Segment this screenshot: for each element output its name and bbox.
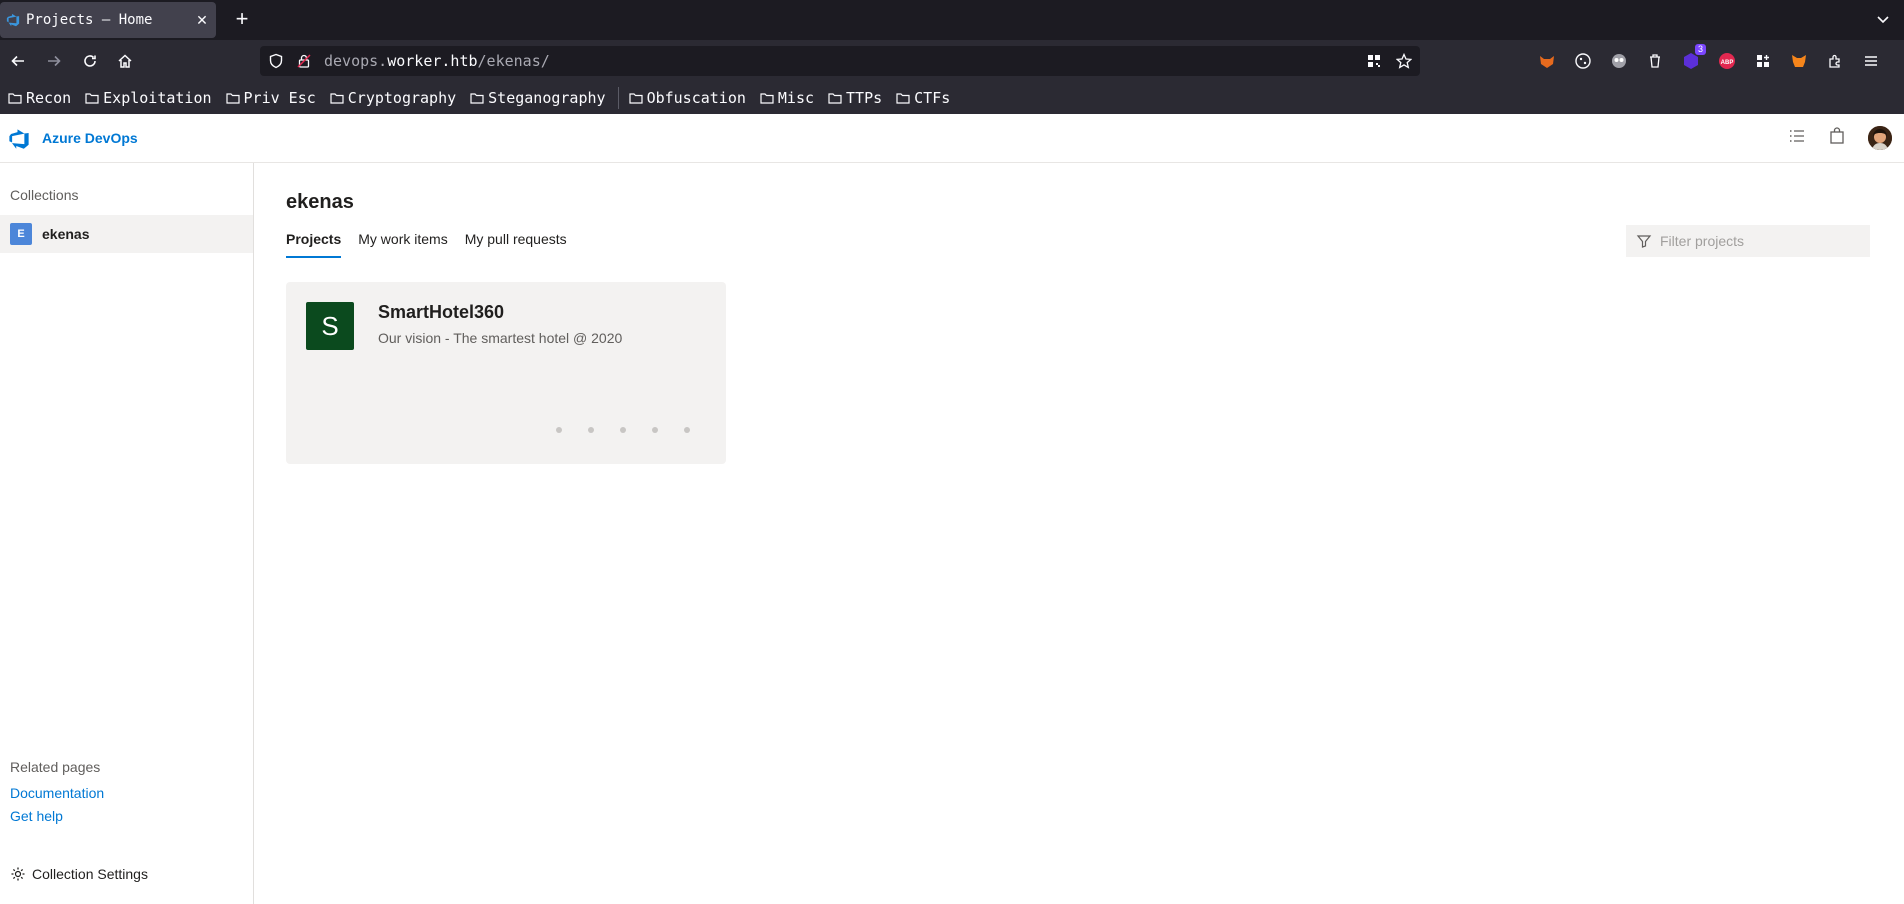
bookmark-separator bbox=[617, 87, 619, 109]
browser-tab-strip: Projects – Home ✕ + bbox=[0, 0, 1904, 40]
bookmark-folder-priv-esc[interactable]: Priv Esc bbox=[225, 89, 316, 107]
work-items-list-icon[interactable] bbox=[1788, 127, 1806, 150]
folder-icon bbox=[330, 93, 344, 104]
filter-projects-box[interactable] bbox=[1626, 225, 1870, 257]
folder-icon bbox=[760, 93, 774, 104]
insecure-lock-icon[interactable] bbox=[296, 53, 312, 69]
shield-icon[interactable] bbox=[268, 53, 284, 69]
svg-text:ABP: ABP bbox=[1721, 60, 1734, 66]
folder-icon bbox=[896, 93, 910, 104]
trash-icon[interactable] bbox=[1644, 50, 1666, 72]
extension-badge-count: 3 bbox=[1694, 44, 1706, 55]
forward-button[interactable] bbox=[44, 51, 64, 71]
user-avatar[interactable] bbox=[1868, 126, 1892, 150]
foxyproxy-icon[interactable] bbox=[1536, 50, 1558, 72]
loading-dot bbox=[652, 427, 658, 433]
collection-name: ekenas bbox=[42, 226, 90, 242]
extensions-puzzle-icon[interactable] bbox=[1824, 50, 1846, 72]
project-card[interactable]: S SmartHotel360 Our vision - The smartes… bbox=[286, 282, 726, 464]
list-all-tabs-chevron-down-icon[interactable] bbox=[1876, 12, 1890, 31]
cookie-icon[interactable] bbox=[1572, 50, 1594, 72]
folder-icon bbox=[628, 93, 643, 104]
reload-button[interactable] bbox=[80, 51, 100, 71]
collection-settings-button[interactable]: Collection Settings bbox=[10, 866, 148, 882]
close-tab-icon[interactable]: ✕ bbox=[194, 12, 210, 29]
reload-icon bbox=[84, 55, 96, 67]
extension-badge-icon[interactable]: 3 bbox=[1680, 44, 1706, 72]
project-description: Our vision - The smartest hotel @ 2020 bbox=[378, 330, 623, 346]
azure-devops-logo-icon[interactable] bbox=[8, 128, 30, 155]
bookmark-folder-obfuscation[interactable]: Obfuscation bbox=[628, 89, 746, 107]
bookmarks-toolbar: Recon Exploitation Priv Esc Cryptography… bbox=[0, 82, 1904, 114]
tab-my-work-items[interactable]: My work items bbox=[358, 231, 447, 258]
folder-icon bbox=[225, 93, 240, 104]
arrow-right-icon bbox=[48, 55, 61, 67]
loading-dot bbox=[588, 427, 594, 433]
home-button[interactable] bbox=[115, 51, 135, 71]
metamask-fox-icon[interactable] bbox=[1788, 50, 1810, 72]
hamburger-menu-icon[interactable] bbox=[1860, 50, 1882, 72]
bookmark-folder-cryptography[interactable]: Cryptography bbox=[330, 89, 456, 107]
filter-projects-input[interactable] bbox=[1660, 233, 1860, 249]
app-header: Azure DevOps bbox=[0, 114, 1904, 163]
owl-icon[interactable] bbox=[1608, 50, 1630, 72]
collections-heading: Collections bbox=[10, 187, 79, 203]
sidebar-item-collection[interactable]: E ekenas bbox=[0, 215, 253, 253]
bookmark-folder-ctfs[interactable]: CTFs bbox=[896, 89, 950, 107]
sidebar: Collections E ekenas Related pages Docum… bbox=[0, 163, 254, 904]
get-help-link[interactable]: Get help bbox=[10, 808, 63, 824]
main-content: ekenas Projects My work items My pull re… bbox=[254, 163, 1904, 904]
documentation-link[interactable]: Documentation bbox=[10, 785, 104, 801]
address-bar[interactable]: devops.worker.htb/ekenas/ bbox=[260, 46, 1420, 76]
bookmark-folder-steganography[interactable]: Steganography bbox=[470, 89, 606, 107]
folder-icon bbox=[8, 93, 22, 104]
extensions-toolbar: 3 ABP bbox=[1536, 44, 1882, 72]
gear-icon bbox=[11, 867, 25, 881]
folder-icon bbox=[470, 93, 484, 104]
loading-dot bbox=[620, 427, 626, 433]
azure-devops-favicon-icon bbox=[6, 13, 20, 27]
browser-tab-title: Projects – Home bbox=[26, 12, 153, 28]
browser-toolbar: devops.worker.htb/ekenas/ 3 ABP bbox=[0, 40, 1904, 82]
loading-dot bbox=[556, 427, 562, 433]
new-tab-button[interactable]: + bbox=[230, 7, 254, 31]
project-avatar: S bbox=[306, 302, 354, 350]
browser-tab[interactable]: Projects – Home ✕ bbox=[0, 2, 216, 38]
product-name-link[interactable]: Azure DevOps bbox=[42, 130, 138, 146]
folder-icon bbox=[828, 93, 842, 104]
tab-my-pull-requests[interactable]: My pull requests bbox=[465, 231, 567, 258]
marketplace-bag-icon[interactable] bbox=[1828, 126, 1846, 150]
tab-projects[interactable]: Projects bbox=[286, 231, 342, 258]
collection-settings-label: Collection Settings bbox=[32, 866, 148, 882]
bookmark-folder-misc[interactable]: Misc bbox=[760, 89, 814, 107]
project-name[interactable]: SmartHotel360 bbox=[378, 302, 504, 323]
adblock-plus-icon[interactable]: ABP bbox=[1716, 50, 1738, 72]
home-icon bbox=[118, 54, 132, 68]
collection-badge: E bbox=[10, 223, 32, 245]
url-text[interactable]: devops.worker.htb/ekenas/ bbox=[324, 52, 1366, 70]
folder-icon bbox=[85, 93, 99, 104]
filter-icon bbox=[1636, 235, 1652, 248]
qr-code-icon[interactable] bbox=[1366, 53, 1382, 69]
loading-dot bbox=[684, 427, 690, 433]
arrow-left-icon bbox=[11, 55, 24, 67]
bookmark-star-icon[interactable] bbox=[1396, 53, 1412, 69]
back-button[interactable] bbox=[8, 51, 28, 71]
bookmark-folder-exploitation[interactable]: Exploitation bbox=[85, 89, 212, 107]
grid-apps-icon[interactable] bbox=[1752, 50, 1774, 72]
pivot-tabs: Projects My work items My pull requests bbox=[286, 231, 567, 258]
project-loading-dots bbox=[556, 427, 690, 433]
bookmark-folder-ttps[interactable]: TTPs bbox=[828, 89, 882, 107]
related-pages-heading: Related pages bbox=[10, 759, 101, 775]
bookmark-folder-recon[interactable]: Recon bbox=[8, 89, 71, 107]
page-title: ekenas bbox=[286, 191, 354, 213]
